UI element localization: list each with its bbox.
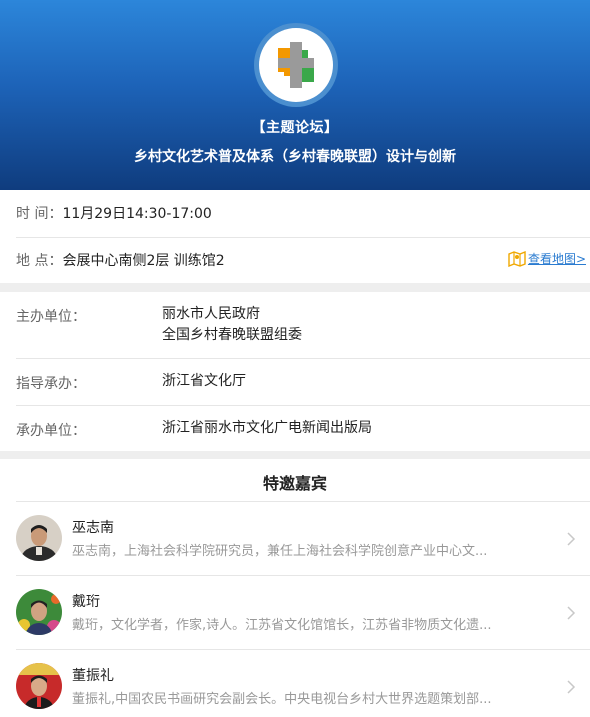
divider [16, 575, 590, 576]
guest-name: 戴珩 [72, 594, 100, 610]
host-value-2: 全国乡村春晚联盟组委 [162, 327, 302, 343]
forum-title: 乡村文化艺术普及体系（乡村春晚联盟）设计与创新 [134, 149, 456, 165]
header-banner: 【主题论坛】 乡村文化艺术普及体系（乡村春晚联盟）设计与创新 [0, 0, 590, 190]
guest-avatar [16, 663, 62, 709]
view-map-label: 查看地图> [527, 252, 586, 266]
undertake-label: 承办单位： [16, 423, 86, 439]
map-book-icon [508, 250, 526, 267]
forum-tag: 【主题论坛】 [251, 120, 339, 136]
guest-avatar [16, 515, 62, 561]
undertake-value: 浙江省丽水市文化广电新闻出版局 [162, 420, 372, 436]
place-label: 地 点： [16, 253, 63, 269]
guest-avatar [16, 589, 62, 635]
divider [16, 358, 590, 359]
organizers-card: 主办单位： 丽水市人民政府 全国乡村春晚联盟组委 指导承办： 浙江省文化厅 承办… [0, 292, 590, 451]
guest-name: 巫志南 [72, 520, 114, 536]
time-value: 11月29日14:30-17:00 [62, 206, 212, 222]
event-info-card: 时 间： 11月29日14:30-17:00 地 点： 会展中心南侧2层 训练馆… [0, 190, 590, 283]
chevron-right-icon [567, 606, 576, 620]
view-map-link[interactable]: 查看地图> [508, 250, 586, 267]
chevron-right-icon [567, 680, 576, 694]
chevron-right-icon [567, 532, 576, 546]
divider [16, 501, 590, 502]
guest-name: 董振礼 [72, 668, 114, 684]
place-value: 会展中心南侧2层 训练馆2 [62, 253, 225, 269]
guest-description: 董振礼,中国农民书画研究会副会长。中央电视台乡村大世界选题策划部... [72, 692, 492, 707]
logo-ring [254, 23, 338, 107]
guide-value: 浙江省文化厅 [162, 373, 246, 389]
guest-description: 巫志南，上海社会科学院研究员，兼任上海社会科学院创意产业中心文... [72, 544, 488, 559]
guide-label: 指导承办： [16, 376, 86, 392]
forum-logo-icon [259, 28, 333, 102]
time-row: 时 间： 11月29日14:30-17:00 [16, 190, 590, 236]
divider [16, 649, 590, 650]
place-row: 地 点： 会展中心南侧2层 训练馆2 查看地图> [16, 237, 590, 283]
host-label: 主办单位： [16, 309, 86, 325]
guest-description: 戴珩，文化学者，作家,诗人。江苏省文化馆馆长，江苏省非物质文化遗... [72, 618, 492, 633]
time-label: 时 间： [16, 206, 63, 222]
host-value-1: 丽水市人民政府 [162, 306, 260, 322]
divider [16, 405, 590, 406]
guests-title: 特邀嘉宾 [262, 474, 327, 493]
